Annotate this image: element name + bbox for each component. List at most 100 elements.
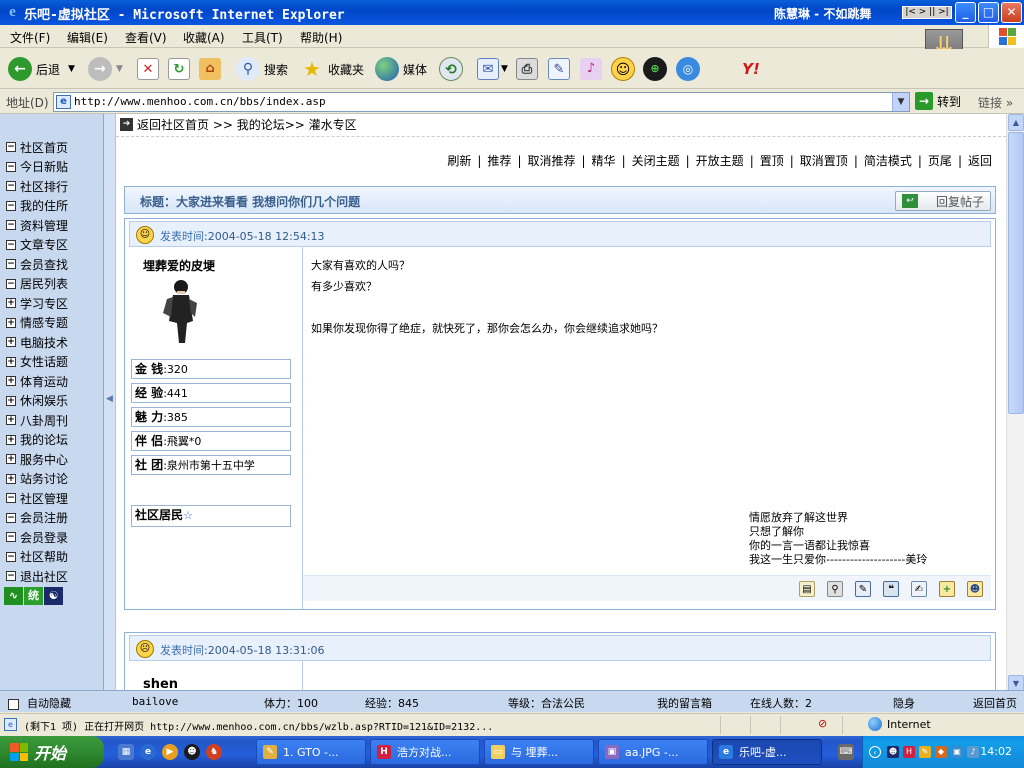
- topic-action-link[interactable]: 关闭主题: [632, 154, 680, 168]
- sidebar-item[interactable]: − 社区管理: [6, 489, 68, 507]
- sidebar-item[interactable]: + 休闲娱乐: [6, 392, 68, 410]
- expand-icon[interactable]: +: [6, 454, 16, 464]
- expand-icon[interactable]: +: [6, 473, 16, 484]
- scroll-up-icon[interactable]: ▲: [1008, 114, 1024, 131]
- reply-button[interactable]: ↩ 回复帖子: [895, 191, 991, 211]
- sidebar-splitter[interactable]: ◀: [104, 114, 116, 712]
- expand-icon[interactable]: +: [6, 376, 16, 386]
- yahoo-button[interactable]: Y!: [740, 56, 762, 82]
- mail-button[interactable]: ✉ ▼: [477, 56, 508, 82]
- sidebar-item[interactable]: − 社区帮助: [6, 548, 68, 566]
- taskbar-item-ie[interactable]: e 乐吧-虚...: [712, 739, 822, 765]
- expand-icon[interactable]: +: [6, 356, 16, 367]
- collapse-icon[interactable]: −: [6, 142, 16, 152]
- sidebar-item[interactable]: + 体育运动: [6, 372, 68, 390]
- expand-icon[interactable]: +: [6, 317, 16, 328]
- topic-action-link[interactable]: 取消置顶: [800, 154, 848, 168]
- quicklaunch-qq-icon[interactable]: ☻: [184, 744, 200, 760]
- quicklaunch-game-icon[interactable]: ♞: [206, 744, 222, 760]
- sidebar-item[interactable]: + 电脑技术: [6, 333, 68, 351]
- sidebar-item[interactable]: − 今日新贴: [6, 158, 68, 176]
- sidebar-item[interactable]: − 社区首页: [6, 138, 68, 156]
- sidebar-item[interactable]: + 学习专区: [6, 294, 68, 312]
- collapse-icon[interactable]: −: [6, 278, 16, 289]
- stop-button[interactable]: ✕: [137, 56, 159, 82]
- qq-emoticon-button[interactable]: ☺: [611, 56, 635, 82]
- quote-icon[interactable]: ❝: [883, 581, 899, 597]
- back-button[interactable]: ← 后退 ▼: [8, 56, 75, 82]
- sidebar-item[interactable]: + 服务中心: [6, 450, 68, 468]
- links-button[interactable]: 链接 »: [978, 94, 1013, 111]
- start-button[interactable]: 开始: [0, 736, 104, 768]
- topic-action-link[interactable]: 取消推荐: [527, 154, 575, 168]
- expand-icon[interactable]: +: [6, 298, 16, 308]
- expand-icon[interactable]: +: [6, 415, 16, 425]
- topic-action-link[interactable]: 置顶: [760, 154, 784, 168]
- write-icon[interactable]: ✍: [911, 581, 927, 597]
- sidebar-item[interactable]: − 我的住所: [6, 197, 68, 215]
- tray-haofang-icon[interactable]: H: [903, 746, 915, 758]
- menu-view[interactable]: 查看(V): [125, 29, 167, 46]
- topic-action-link[interactable]: 刷新: [447, 154, 471, 168]
- expand-icon[interactable]: +: [6, 395, 16, 406]
- search-button[interactable]: ⚲ 搜索: [236, 56, 288, 82]
- user-profile-icon[interactable]: ☻: [967, 581, 983, 597]
- topic-action-link[interactable]: 推荐: [487, 154, 511, 168]
- favorites-button[interactable]: ★ 收藏夹: [300, 56, 364, 82]
- guestbook-link[interactable]: 我的留言箱: [657, 695, 712, 711]
- collapse-arrow-icon[interactable]: ◀: [106, 394, 113, 404]
- sidebar-item[interactable]: + 女性话题: [6, 353, 68, 371]
- topic-action-link[interactable]: 简洁模式: [864, 154, 912, 168]
- sync-button[interactable]: ◎: [676, 56, 700, 82]
- quicklaunch-media-icon[interactable]: ▶: [162, 744, 178, 760]
- taskbar-item-haofang[interactable]: H 浩方对战...: [370, 739, 480, 765]
- avatar[interactable]: [159, 277, 201, 347]
- quicklaunch-ie-icon[interactable]: e: [140, 744, 156, 760]
- scroll-thumb[interactable]: [1008, 132, 1024, 414]
- close-button[interactable]: ✕: [1001, 2, 1022, 23]
- go-button[interactable]: → 转到: [915, 92, 961, 110]
- blocked-icon[interactable]: ⊘: [818, 717, 834, 731]
- sidebar-item[interactable]: − 文章专区: [6, 236, 68, 254]
- author-name[interactable]: 埋葬爱的皮埂: [143, 257, 215, 274]
- music-controls[interactable]: |< > || >|: [902, 6, 952, 19]
- menu-tools[interactable]: 工具(T): [242, 29, 283, 46]
- topic-action-link[interactable]: 精华: [592, 154, 616, 168]
- expand-icon[interactable]: +: [6, 337, 16, 347]
- collapse-icon[interactable]: −: [6, 493, 16, 503]
- topic-action-link[interactable]: 页尾: [928, 154, 952, 168]
- edit-button[interactable]: ✎: [548, 56, 570, 82]
- tray-network-icon[interactable]: ▣: [951, 746, 963, 758]
- media-button[interactable]: 媒体: [375, 56, 427, 82]
- menu-file[interactable]: 文件(F): [10, 29, 50, 46]
- collapse-icon[interactable]: −: [6, 551, 16, 562]
- address-url[interactable]: http://www.menhoo.com.cn/bbs/index.asp: [74, 95, 326, 108]
- mail-dropdown-icon[interactable]: ▼: [501, 64, 508, 74]
- tray-tool-icon[interactable]: ✎: [919, 746, 931, 758]
- back-dropdown-icon[interactable]: ▼: [68, 64, 75, 74]
- sidebar-item[interactable]: + 八卦周刊: [6, 411, 68, 429]
- sidebar-item[interactable]: − 居民列表: [6, 275, 68, 293]
- messenger-button[interactable]: ♪: [580, 56, 602, 82]
- home-button[interactable]: ⌂: [199, 56, 221, 82]
- sidebar-item[interactable]: + 情感专题: [6, 314, 68, 332]
- menu-favorites[interactable]: 收藏(A): [183, 29, 225, 46]
- copy-icon[interactable]: ▤: [799, 581, 815, 597]
- tray-expand-icon[interactable]: ‹: [869, 746, 881, 758]
- menu-edit[interactable]: 编辑(E): [67, 29, 108, 46]
- stat-chart-icon[interactable]: ∿: [4, 587, 23, 605]
- expand-icon[interactable]: +: [6, 434, 16, 445]
- forward-button[interactable]: → ▼: [88, 56, 123, 82]
- sidebar-item[interactable]: − 会员查找: [6, 255, 68, 273]
- sidebar-item[interactable]: − 会员登录: [6, 528, 68, 546]
- minimize-button[interactable]: _: [955, 2, 976, 23]
- collapse-icon[interactable]: −: [6, 571, 16, 581]
- collapse-icon[interactable]: −: [6, 512, 16, 523]
- sidebar-item[interactable]: − 退出社区: [6, 567, 68, 585]
- collapse-icon[interactable]: −: [6, 200, 16, 211]
- current-user[interactable]: bailove: [132, 695, 178, 708]
- stealth-toggle[interactable]: 隐身: [893, 695, 915, 711]
- stat-count-icon[interactable]: 统: [24, 587, 43, 605]
- topic-action-link[interactable]: 开放主题: [696, 154, 744, 168]
- search-user-icon[interactable]: ⚲: [827, 581, 843, 597]
